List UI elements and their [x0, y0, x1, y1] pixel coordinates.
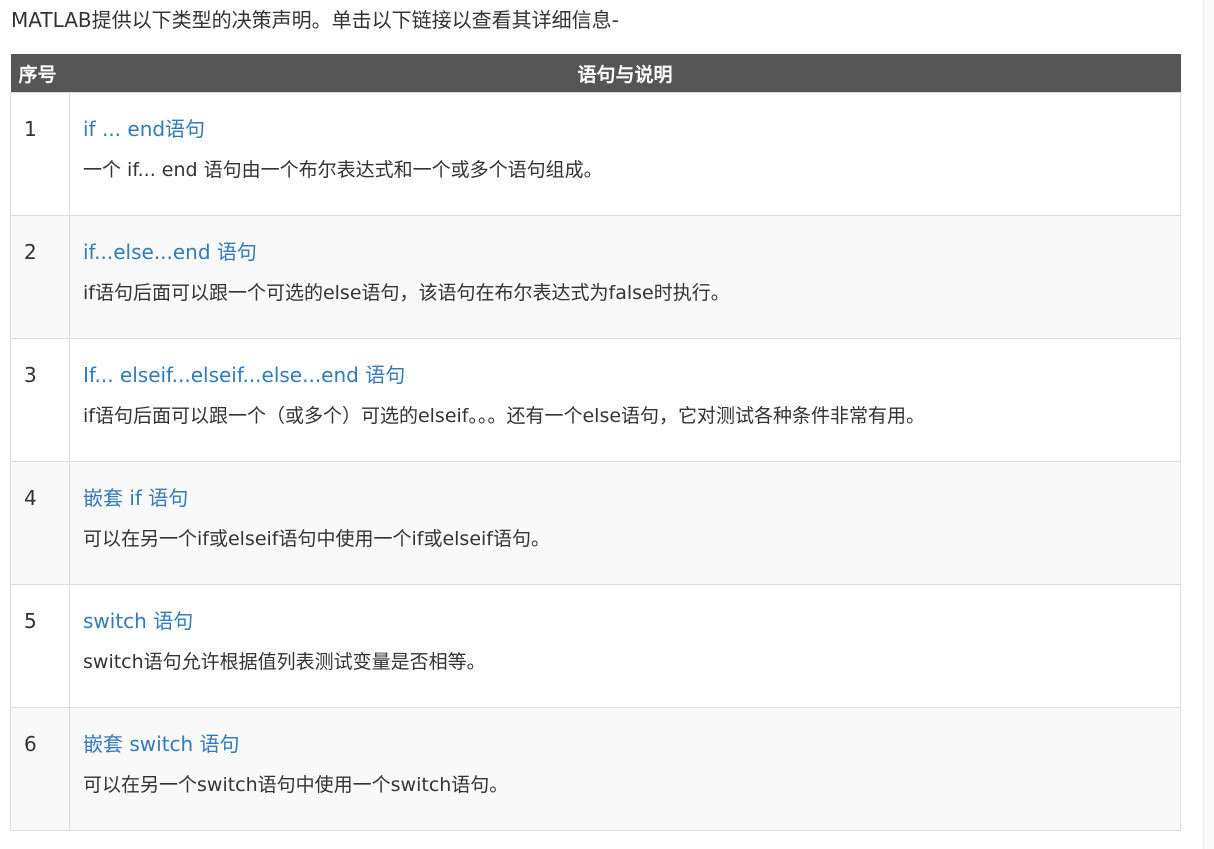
- row-description: 一个 if... end 语句由一个布尔表达式和一个或多个语句组成。: [83, 159, 603, 181]
- row-number: 3: [10, 338, 70, 462]
- nested-if-statement-link[interactable]: 嵌套 if 语句: [83, 484, 1180, 512]
- row-description: if语句后面可以跟一个（或多个）可选的elseif。。。还有一个else语句，它…: [83, 405, 926, 427]
- table-row: 3 If... elseif...elseif...else...end 语句 …: [10, 338, 1181, 462]
- row-description: 可以在另一个if或elseif语句中使用一个if或elseif语句。: [83, 528, 550, 550]
- row-number: 4: [10, 461, 70, 585]
- row-content: if...else...end 语句 if语句后面可以跟一个可选的else语句，…: [69, 215, 1181, 339]
- if-else-end-statement-link[interactable]: if...else...end 语句: [83, 238, 1180, 266]
- row-description: if语句后面可以跟一个可选的else语句，该语句在布尔表达式为false时执行。: [83, 282, 730, 304]
- table-header: 序号 语句与说明: [10, 54, 1181, 93]
- nested-switch-statement-link[interactable]: 嵌套 switch 语句: [83, 730, 1180, 758]
- row-content: if ... end语句 一个 if... end 语句由一个布尔表达式和一个或…: [69, 92, 1181, 216]
- row-content: switch 语句 switch语句允许根据值列表测试变量是否相等。: [69, 584, 1181, 708]
- page-scrollbar[interactable]: [1203, 0, 1214, 849]
- row-description: 可以在另一个switch语句中使用一个switch语句。: [83, 774, 509, 796]
- table-row: 5 switch 语句 switch语句允许根据值列表测试变量是否相等。: [10, 584, 1181, 708]
- row-content: 嵌套 switch 语句 可以在另一个switch语句中使用一个switch语句…: [69, 707, 1181, 831]
- table-row: 2 if...else...end 语句 if语句后面可以跟一个可选的else语…: [10, 215, 1181, 339]
- row-description: switch语句允许根据值列表测试变量是否相等。: [83, 651, 486, 673]
- row-content: 嵌套 if 语句 可以在另一个if或elseif语句中使用一个if或elseif…: [69, 461, 1181, 585]
- row-content: If... elseif...elseif...else...end 语句 if…: [69, 338, 1181, 462]
- table-row: 4 嵌套 if 语句 可以在另一个if或elseif语句中使用一个if或else…: [10, 461, 1181, 585]
- row-number: 2: [10, 215, 70, 339]
- table-row: 1 if ... end语句 一个 if... end 语句由一个布尔表达式和一…: [10, 92, 1181, 216]
- header-description: 语句与说明: [69, 54, 1181, 93]
- row-number: 5: [10, 584, 70, 708]
- decision-statements-table: 序号 语句与说明 1 if ... end语句 一个 if... end 语句由…: [10, 54, 1181, 831]
- intro-text: MATLAB提供以下类型的决策声明。单击以下链接以查看其详细信息-: [11, 8, 619, 32]
- if-end-statement-link[interactable]: if ... end语句: [83, 115, 1180, 143]
- table-row: 6 嵌套 switch 语句 可以在另一个switch语句中使用一个switch…: [10, 707, 1181, 831]
- switch-statement-link[interactable]: switch 语句: [83, 607, 1180, 635]
- header-number: 序号: [10, 54, 70, 93]
- if-elseif-else-end-statement-link[interactable]: If... elseif...elseif...else...end 语句: [83, 361, 1180, 389]
- row-number: 6: [10, 707, 70, 831]
- row-number: 1: [10, 92, 70, 216]
